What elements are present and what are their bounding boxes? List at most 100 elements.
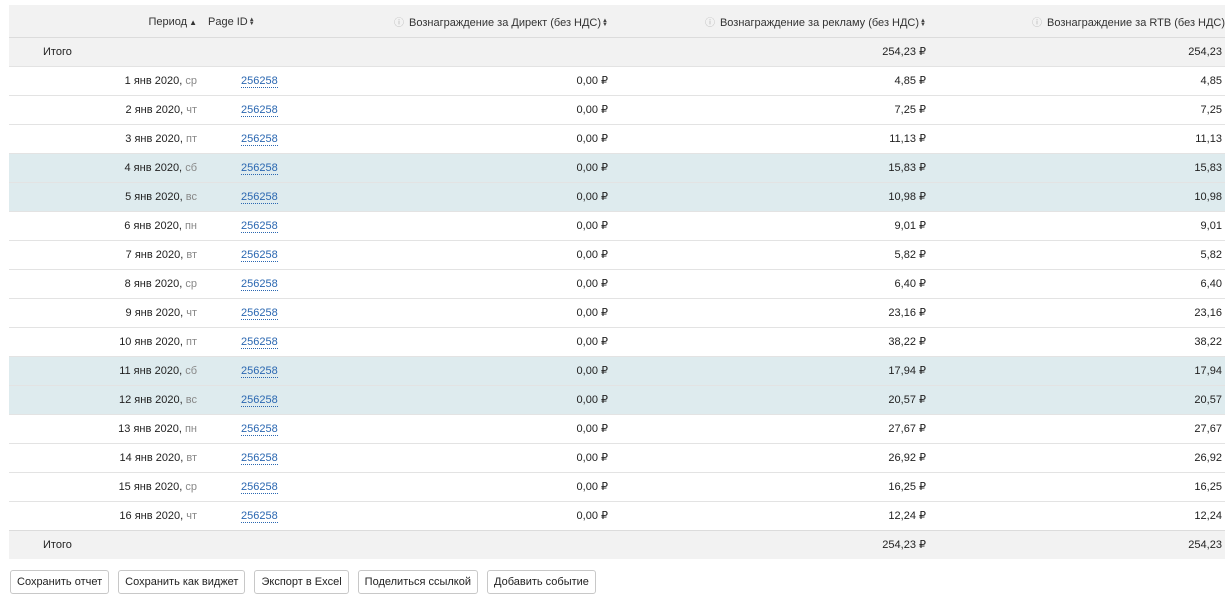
page-id-cell: 256258 xyxy=(198,414,298,443)
column-header-direct-label: Вознаграждение за Директ (без НДС) xyxy=(409,17,602,30)
page-id-link[interactable]: 256258 xyxy=(241,335,278,349)
page-id-link[interactable]: 256258 xyxy=(241,364,278,378)
page-id-cell: 256258 xyxy=(198,95,298,124)
table-row: 13 янв 2020, пн 256258 0,00 ₽ 27,67 ₽ 27,67 … xyxy=(9,414,1225,443)
table-row: 10 янв 2020, пт 256258 0,00 ₽ 38,22 ₽ 38,22 … xyxy=(9,327,1225,356)
date-text: 2 янв 2020, xyxy=(125,103,184,116)
ads-cell: 12,24 ₽ xyxy=(888,510,926,522)
period-cell: 15 янв 2020, ср xyxy=(9,472,198,501)
page-id-cell: 256258 xyxy=(198,327,298,356)
page-id-link[interactable]: 256258 xyxy=(241,103,278,117)
column-header-direct[interactable]: ⓘ Вознаграждение за Директ (без НДС)▲ ▼ xyxy=(298,5,608,37)
ads-cell: 10,98 ₽ xyxy=(888,191,926,203)
table-row: 9 янв 2020, чт 256258 0,00 ₽ 23,16 ₽ 23,16 ₽ xyxy=(9,298,1225,327)
period-cell: 7 янв 2020, вт xyxy=(9,240,198,269)
total-direct-cell xyxy=(298,530,608,559)
direct-cell: 0,00 ₽ xyxy=(576,220,608,232)
direct-cell: 0,00 ₽ xyxy=(576,133,608,145)
ads-cell: 20,57 ₽ xyxy=(888,394,926,406)
rtb-cell: 17,94 ₽ xyxy=(1194,365,1225,377)
period-cell: 8 янв 2020, ср xyxy=(9,269,198,298)
column-header-page-id[interactable]: Page ID▲ ▼ xyxy=(198,5,298,37)
page-id-cell: 256258 xyxy=(198,298,298,327)
page-id-link[interactable]: 256258 xyxy=(241,74,278,88)
weekday-text: сб xyxy=(185,161,197,174)
page-id-link[interactable]: 256258 xyxy=(241,306,278,320)
period-cell: 10 янв 2020, пт xyxy=(9,327,198,356)
share-link-button[interactable]: Поделиться ссылкой xyxy=(357,570,478,594)
page-id-link[interactable]: 256258 xyxy=(241,248,278,262)
weekday-text: пт xyxy=(186,335,197,348)
table-row: 3 янв 2020, пт 256258 0,00 ₽ 11,13 ₽ 11,13 ₽ xyxy=(9,124,1225,153)
export-excel-button[interactable]: Экспорт в Excel xyxy=(254,570,349,594)
page-id-cell: 256258 xyxy=(198,240,298,269)
total-label: Итого xyxy=(43,45,72,58)
ads-cell: 6,40 ₽ xyxy=(894,278,926,290)
period-cell: 9 янв 2020, чт xyxy=(9,298,198,327)
direct-cell: 0,00 ₽ xyxy=(576,423,608,435)
help-circle-icon[interactable]: ⓘ xyxy=(1032,18,1042,29)
sort-ascending-icon: ▲ xyxy=(189,17,197,27)
page-id-cell: 256258 xyxy=(198,66,298,95)
period-cell: 1 янв 2020, ср xyxy=(9,66,198,95)
page-id-link[interactable]: 256258 xyxy=(241,480,278,494)
table-row: 2 янв 2020, чт 256258 0,00 ₽ 7,25 ₽ 7,25 ₽ xyxy=(9,95,1225,124)
page-id-link[interactable]: 256258 xyxy=(241,422,278,436)
total-rtb-cell: 254,23 ₽ xyxy=(1188,539,1225,552)
date-text: 4 янв 2020, xyxy=(124,161,183,174)
weekday-text: вт xyxy=(186,451,197,464)
total-row-bottom: Итого 254,23 ₽ 254,23 ₽ xyxy=(9,530,1225,559)
table-row: 11 янв 2020, сб 256258 0,00 ₽ 17,94 ₽ 17,94 … xyxy=(9,356,1225,385)
rtb-cell: 7,25 ₽ xyxy=(1200,104,1225,116)
ads-cell: 4,85 ₽ xyxy=(894,75,926,87)
direct-cell: 0,00 ₽ xyxy=(576,365,608,377)
weekday-text: ср xyxy=(185,277,197,290)
rtb-cell: 12,24 ₽ xyxy=(1194,510,1225,522)
date-text: 3 янв 2020, xyxy=(125,132,183,145)
date-text: 7 янв 2020, xyxy=(125,248,184,261)
column-header-page-id-label: Page ID xyxy=(208,15,248,28)
save-report-button[interactable]: Сохранить отчет xyxy=(10,570,110,594)
direct-cell: 0,00 ₽ xyxy=(576,307,608,319)
period-cell: 6 янв 2020, пн xyxy=(9,211,198,240)
page-id-link[interactable]: 256258 xyxy=(241,190,278,204)
table-row: 5 янв 2020, вс 256258 0,00 ₽ 10,98 ₽ 10,98 ₽ xyxy=(9,182,1225,211)
page-id-cell: 256258 xyxy=(198,443,298,472)
weekday-text: вс xyxy=(185,393,197,406)
date-text: 15 янв 2020, xyxy=(118,480,183,493)
page-id-cell: 256258 xyxy=(198,501,298,530)
rtb-cell: 4,85 ₽ xyxy=(1200,75,1225,87)
sort-both-icon: ▲ ▼ xyxy=(602,18,608,29)
column-header-period[interactable]: Период ▲ xyxy=(9,5,198,37)
direct-cell: 0,00 ₽ xyxy=(576,452,608,464)
page-id-link[interactable]: 256258 xyxy=(241,393,278,407)
table-row: 8 янв 2020, ср 256258 0,00 ₽ 6,40 ₽ 6,40 ₽ xyxy=(9,269,1225,298)
column-header-rtb[interactable]: ⓘВознаграждение за RTB (без НДС)▲▼ xyxy=(926,5,1225,37)
ads-cell: 15,83 ₽ xyxy=(888,162,926,174)
page-id-cell: 256258 xyxy=(198,472,298,501)
help-circle-icon[interactable]: ⓘ xyxy=(394,18,404,29)
weekday-text: чт xyxy=(186,103,197,116)
direct-cell: 0,00 ₽ xyxy=(576,104,608,116)
weekday-text: чт xyxy=(186,306,197,319)
date-text: 6 янв 2020, xyxy=(124,219,182,232)
page-id-link[interactable]: 256258 xyxy=(241,161,278,175)
period-cell: 14 янв 2020, вт xyxy=(9,443,198,472)
add-event-button[interactable]: Добавить событие xyxy=(487,570,596,594)
page-id-link[interactable]: 256258 xyxy=(241,132,278,146)
page-id-link[interactable]: 256258 xyxy=(241,219,278,233)
date-text: 11 янв 2020, xyxy=(119,364,183,377)
help-circle-icon[interactable]: ⓘ xyxy=(705,18,715,29)
direct-cell: 0,00 ₽ xyxy=(576,481,608,493)
rtb-cell: 16,25 ₽ xyxy=(1194,481,1225,493)
page-id-link[interactable]: 256258 xyxy=(241,509,278,523)
direct-cell: 0,00 ₽ xyxy=(576,75,608,87)
save-widget-button[interactable]: Сохранить как виджет xyxy=(118,570,246,594)
page-id-link[interactable]: 256258 xyxy=(241,277,278,291)
column-header-period-label: Период xyxy=(148,15,188,28)
column-header-ads[interactable]: ⓘ Вознаграждение за рекламу (без НДС)▲ ▼ xyxy=(608,5,926,37)
direct-cell: 0,00 ₽ xyxy=(576,394,608,406)
page-id-link[interactable]: 256258 xyxy=(241,451,278,465)
direct-cell: 0,00 ₽ xyxy=(576,191,608,203)
rtb-cell: 6,40 ₽ xyxy=(1200,278,1225,290)
